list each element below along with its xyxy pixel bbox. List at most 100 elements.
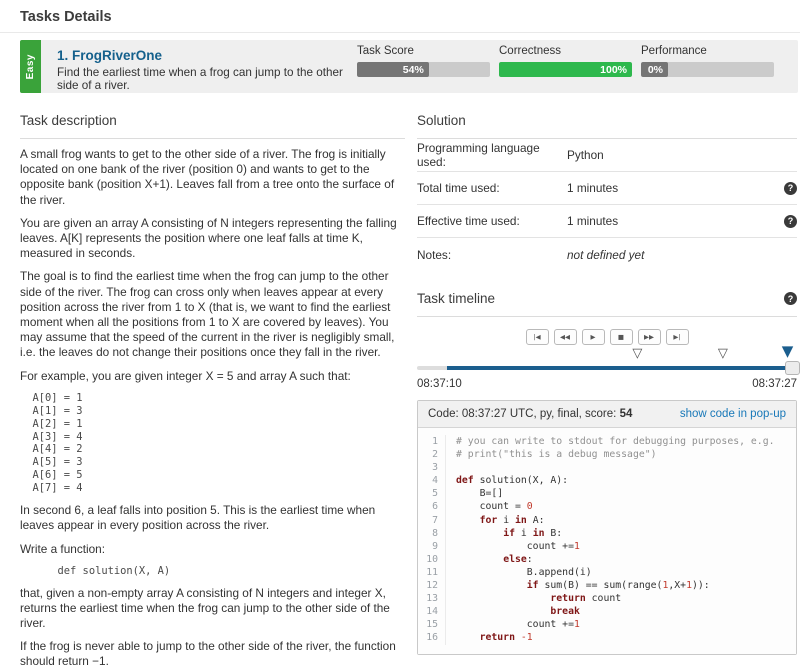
skip-to-start-button[interactable]: |◀ (526, 329, 549, 345)
metric-task-score: Task Score54% (357, 45, 490, 93)
line-number: 1 (418, 435, 445, 448)
task-subtitle: Find the earliest time when a frog can j… (57, 66, 357, 92)
code-text: B=[] (445, 487, 796, 500)
solution-row-value: 1 minutes (567, 214, 784, 228)
code-line: 13 return count (418, 592, 796, 605)
timeline-marker-current[interactable]: ▼ (782, 344, 794, 359)
analysis-summary-heading: Analysis summary (417, 667, 797, 672)
solution-rows: Programming language used:PythonTotal ti… (417, 139, 797, 271)
line-number: 12 (418, 579, 445, 592)
code-editor: 1# you can write to stdout for debugging… (418, 428, 796, 654)
code-text: count = 0 (445, 500, 796, 513)
code-text: B.append(i) (445, 566, 796, 579)
code-line: 15 count +=1 (418, 618, 796, 631)
line-number: 6 (418, 500, 445, 513)
progress-bar-fill: 100% (499, 62, 632, 77)
code-line: 6 count = 0 (418, 500, 796, 513)
tasks-details-page: Tasks Details Easy 1. FrogRiverOne Find … (0, 0, 800, 672)
code-line: 3 (418, 461, 796, 474)
solution-row-label: Total time used: (417, 181, 567, 195)
play-button[interactable]: ▶ (582, 329, 605, 345)
task-timeline-section: Task timeline ? |◀◀◀▶■▶▶▶| ▽▽▼ 08:37:10 … (417, 285, 797, 390)
line-number: 4 (418, 474, 445, 487)
help-icon[interactable]: ? (784, 215, 797, 228)
code-line: 9 count +=1 (418, 540, 796, 553)
code-line: 14 break (418, 605, 796, 618)
code-line: 8 if i in B: (418, 527, 796, 540)
solution-row-value: not defined yet (567, 248, 797, 262)
progress-bar-fill: 54% (357, 62, 429, 77)
solution-row: Effective time used:1 minutes? (417, 205, 797, 238)
progress-bar-track: 0% (641, 62, 774, 77)
solution-row: Programming language used:Python (417, 139, 797, 172)
line-number: 3 (418, 461, 445, 474)
solution-row-label: Notes: (417, 248, 567, 262)
skip-to-end-button[interactable]: ▶| (666, 329, 689, 345)
solution-row-label: Effective time used: (417, 214, 567, 228)
task-title-link[interactable]: 1. FrogRiverOne (57, 48, 357, 63)
timeline-marker[interactable]: ▽ (718, 346, 728, 361)
description-paragraph: that, given a non-empty array A consisti… (20, 586, 405, 632)
code-panel-header: Code: 08:37:27 UTC, py, final, score: 54… (418, 401, 796, 428)
line-number: 14 (418, 605, 445, 618)
code-text: return count (445, 592, 796, 605)
task-card: Easy 1. FrogRiverOne Find the earliest t… (20, 40, 798, 93)
code-line: 12 if sum(B) == sum(range(1,X+1)): (418, 579, 796, 592)
metrics: Task Score54%Correctness100%Performance0… (357, 40, 798, 93)
rewind-button[interactable]: ◀◀ (554, 329, 577, 345)
description-paragraph: Write a function: (20, 542, 405, 557)
show-code-popup-link[interactable]: show code in pop-up (680, 408, 786, 420)
description-paragraph: A small frog wants to get to the other s… (20, 147, 405, 208)
code-text: # print("this is a debug message") (445, 448, 796, 461)
description-code-sample: A[0] = 1 A[1] = 3 A[2] = 1 A[3] = 4 A[4]… (20, 392, 405, 495)
solution-column: Solution Programming language used:Pytho… (417, 107, 797, 672)
page-title: Tasks Details (0, 0, 800, 32)
task-description-body: A small frog wants to get to the other s… (20, 147, 405, 672)
code-text: count +=1 (445, 618, 796, 631)
timeline-marker[interactable]: ▽ (632, 346, 642, 361)
code-line: 10 else: (418, 553, 796, 566)
stop-button[interactable]: ■ (610, 329, 633, 345)
progress-bar-track: 100% (499, 62, 632, 77)
code-text (445, 461, 796, 474)
code-text: for i in A: (445, 514, 796, 527)
code-score: 54 (620, 408, 633, 420)
main-content: Task description A small frog wants to g… (20, 107, 797, 672)
analysis-summary-section: Analysis summary The following issues ha… (417, 667, 797, 672)
progress-value: 100% (600, 64, 627, 76)
timeline-start-time: 08:37:10 (417, 378, 462, 390)
help-icon[interactable]: ? (784, 182, 797, 195)
timeline-markers: ▽ ▽ ▼ (417, 347, 797, 363)
code-header-text: Code: 08:37:27 UTC, py, final, score: 54 (428, 408, 632, 420)
timeline-help-icon[interactable]: ? (784, 292, 797, 305)
code-text: if sum(B) == sum(range(1,X+1)): (445, 579, 796, 592)
description-paragraph: The goal is to find the earliest time wh… (20, 269, 405, 360)
code-text: if i in B: (445, 527, 796, 540)
solution-row-value: Python (567, 148, 797, 162)
timeline-end-time: 08:37:27 (752, 378, 797, 390)
difficulty-label: Easy (25, 54, 36, 79)
description-code-sample: def solution(X, A) (20, 565, 405, 578)
code-panel: Code: 08:37:27 UTC, py, final, score: 54… (417, 400, 797, 655)
progress-value: 54% (403, 64, 424, 76)
line-number: 15 (418, 618, 445, 631)
solution-heading: Solution (417, 107, 797, 139)
playback-controls: |◀ ◀◀ ▶ ■ ▶▶ ▶| (417, 329, 797, 345)
metric-label: Performance (641, 45, 774, 57)
solution-row: Total time used:1 minutes? (417, 172, 797, 205)
line-number: 7 (418, 514, 445, 527)
fast-forward-button[interactable]: ▶▶ (638, 329, 661, 345)
description-paragraph: If the frog is never able to jump to the… (20, 639, 405, 669)
header-divider (0, 32, 800, 33)
task-description-column: Task description A small frog wants to g… (20, 107, 405, 672)
task-card-text: 1. FrogRiverOne Find the earliest time w… (41, 40, 357, 93)
line-number: 5 (418, 487, 445, 500)
timeline-slider[interactable] (417, 366, 797, 370)
code-text: else: (445, 553, 796, 566)
timeline-slider-handle[interactable] (785, 361, 800, 375)
code-text: count +=1 (445, 540, 796, 553)
solution-row: Notes:not defined yet (417, 238, 797, 271)
difficulty-badge: Easy (20, 40, 41, 93)
task-timeline-heading: Task timeline (417, 291, 495, 306)
progress-bar-track: 54% (357, 62, 490, 77)
